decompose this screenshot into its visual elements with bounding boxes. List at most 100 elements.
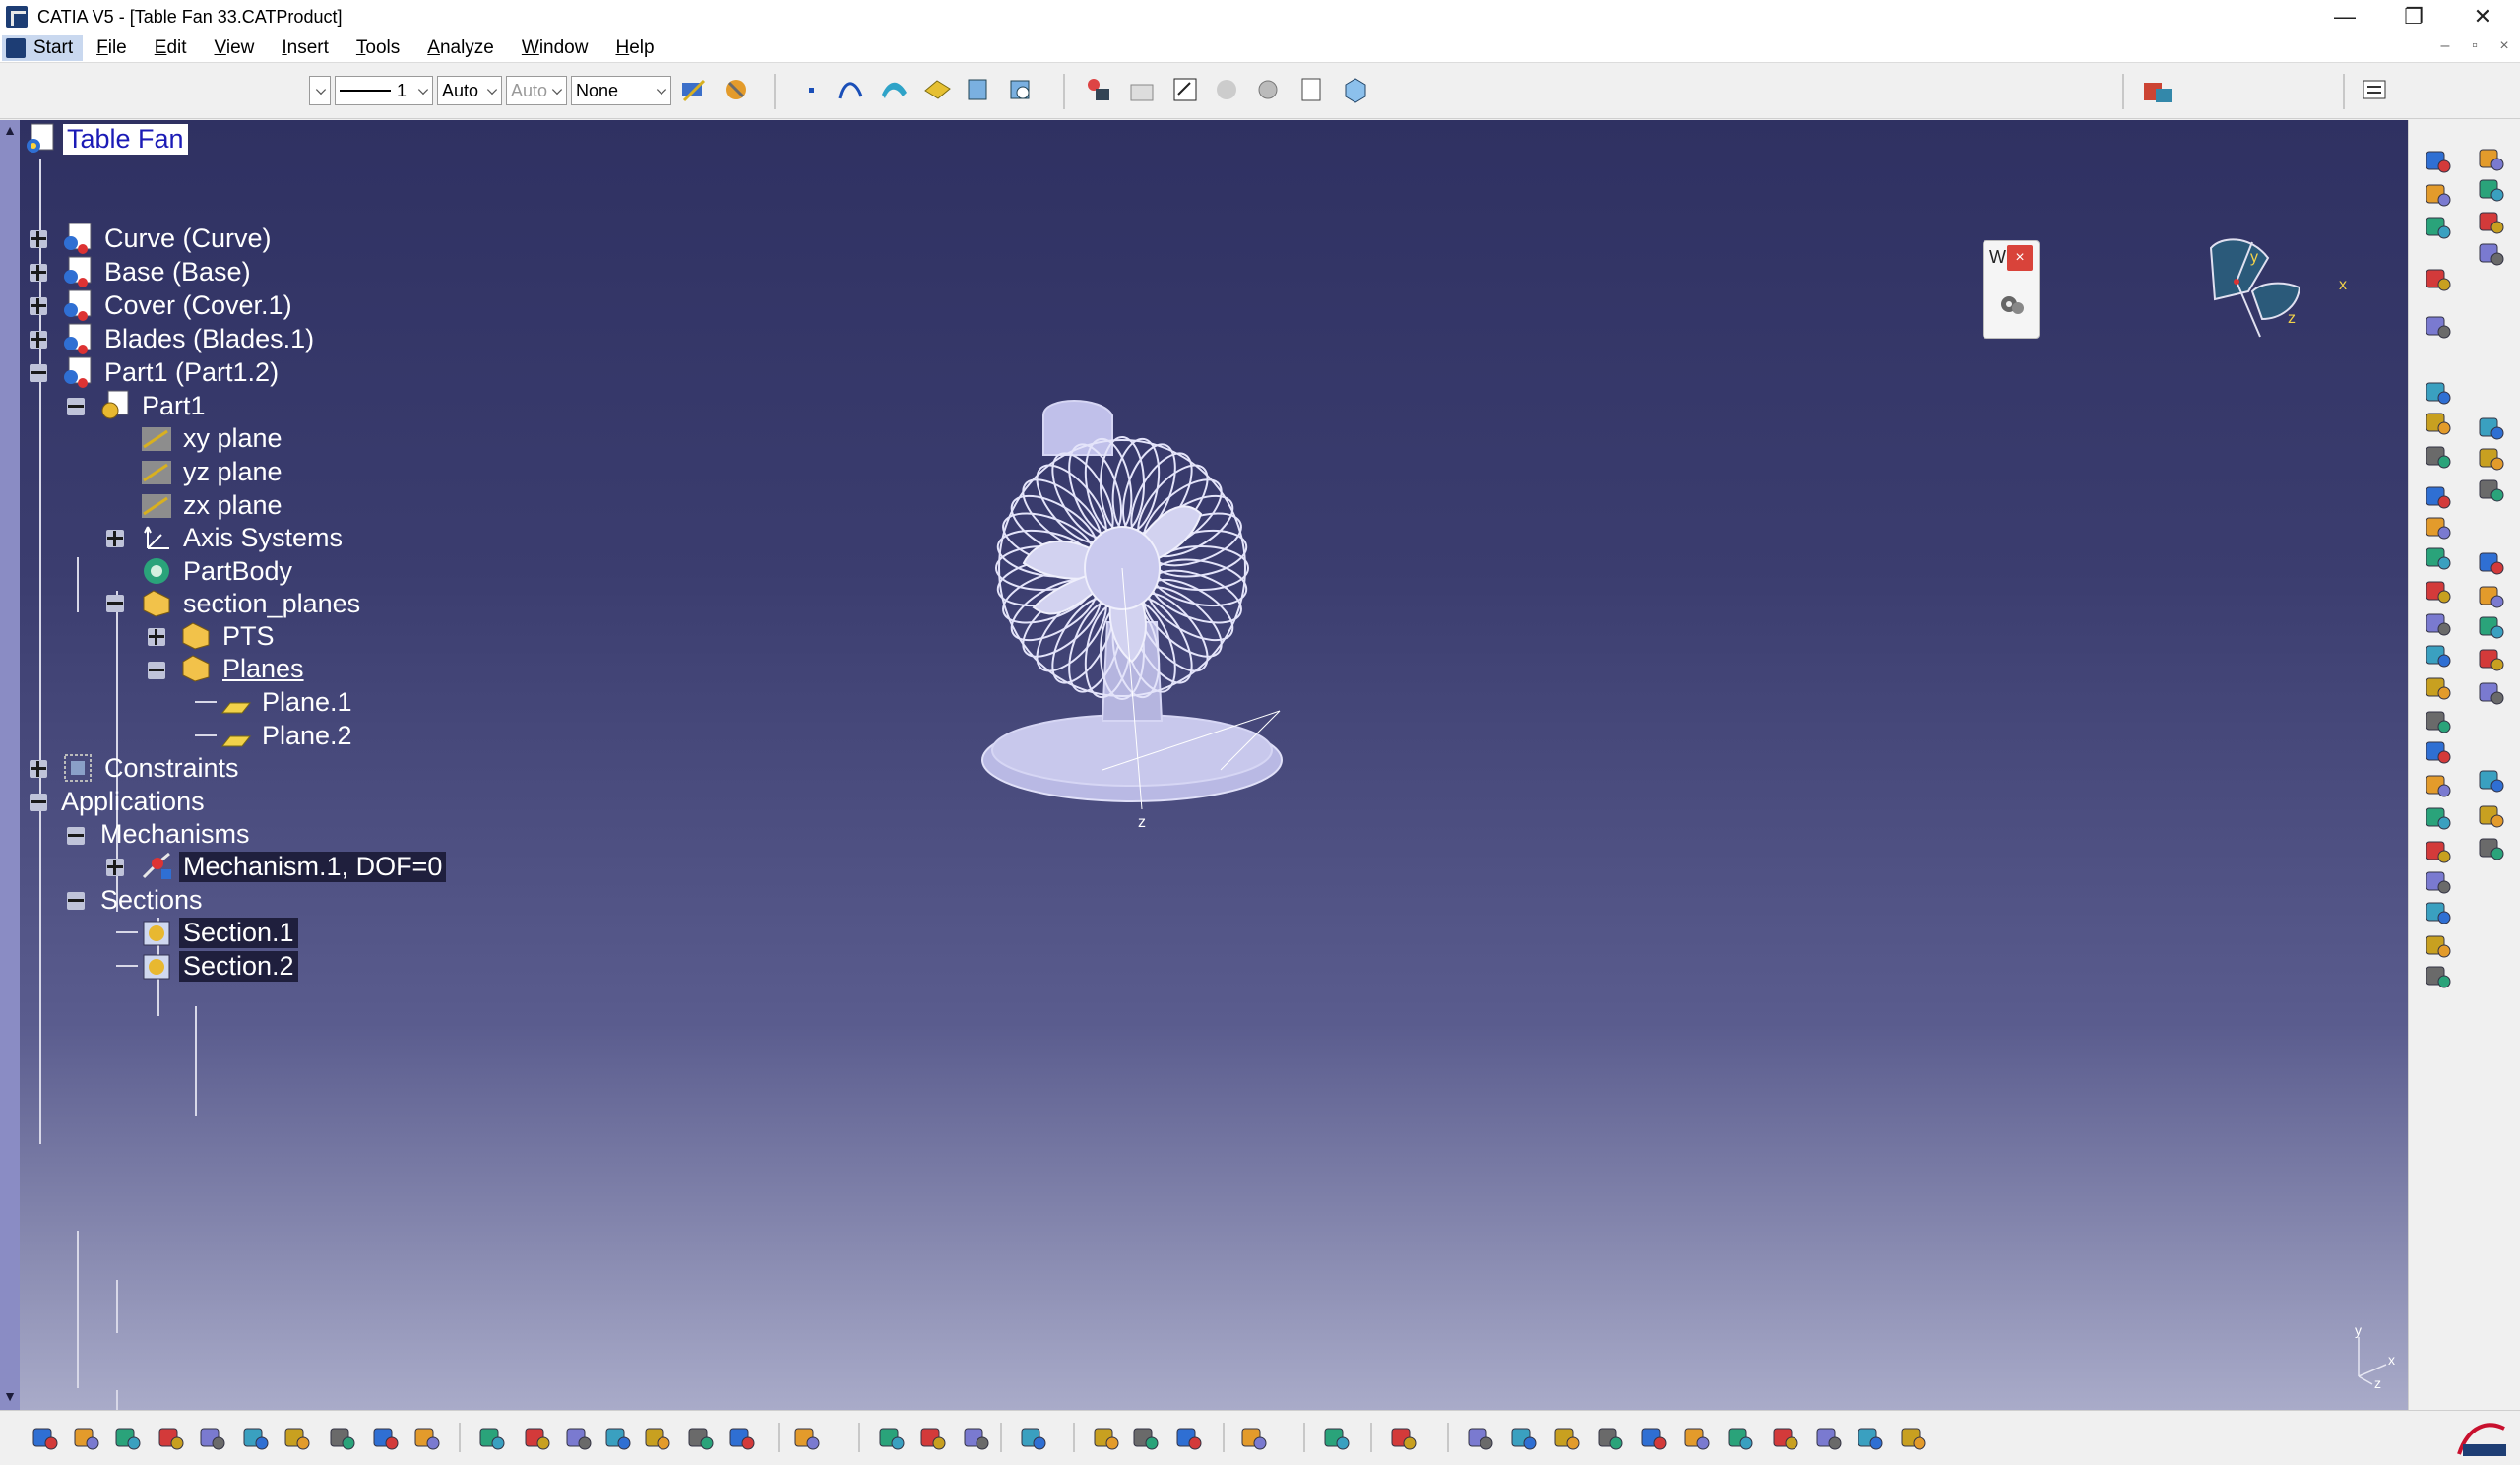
curve-icon[interactable] (835, 74, 866, 105)
painter-icon[interactable] (677, 74, 709, 105)
kinematics-icon[interactable] (2474, 831, 2507, 864)
component-icon[interactable] (2421, 210, 2454, 243)
bill-of-material-icon[interactable] (2474, 579, 2507, 612)
scroll-up-arrow[interactable]: ▲ (2, 122, 18, 140)
color-combo[interactable] (309, 76, 331, 105)
existing-component-icon[interactable] (2421, 262, 2454, 295)
table-icon[interactable] (561, 1421, 595, 1454)
simulation-icon[interactable] (2474, 798, 2507, 832)
parallelepiped-icon[interactable] (724, 1421, 758, 1454)
undo-icon[interactable] (325, 1421, 358, 1454)
formula-icon[interactable] (1295, 74, 1327, 105)
assembly-icon[interactable] (2421, 177, 2454, 211)
smart-move-icon[interactable] (2421, 895, 2454, 928)
shading-mode-icon[interactable] (1811, 1421, 1845, 1454)
grid-icon[interactable] (959, 1421, 992, 1454)
multi-instantiate-icon[interactable] (2421, 406, 2454, 439)
quick-constraint-icon[interactable] (2421, 670, 2454, 704)
swap-space-icon[interactable] (2359, 74, 2390, 105)
collapse-toggle[interactable] (67, 892, 85, 910)
flag-icon[interactable] (2474, 236, 2507, 270)
tree-node-constraints[interactable]: Constraints (61, 751, 243, 785)
minimize-button[interactable]: — (2315, 0, 2374, 33)
fix-icon[interactable] (2421, 606, 2454, 640)
tree-node-pts[interactable]: PTS (179, 619, 279, 653)
replace-icon[interactable] (2421, 309, 2454, 343)
distance-icon[interactable] (2474, 142, 2507, 175)
surface-icon[interactable] (878, 74, 910, 105)
product-icon[interactable] (2421, 144, 2454, 177)
table-fan-model[interactable]: z (906, 396, 1339, 829)
manipulate-icon[interactable] (1004, 74, 1036, 105)
cut-icon[interactable] (195, 1421, 228, 1454)
print-icon[interactable] (154, 1421, 187, 1454)
cube-view-icon[interactable] (1339, 74, 1370, 105)
clash-icon[interactable] (2421, 928, 2454, 962)
open-icon[interactable] (69, 1421, 102, 1454)
tree-node-cover[interactable]: Cover (Cover.1) (61, 288, 296, 322)
doc-minimize-button[interactable]: – (2433, 37, 2457, 55)
menu-insert[interactable]: Insert (268, 37, 343, 59)
pan-icon[interactable] (1506, 1421, 1540, 1454)
collapse-toggle[interactable] (67, 827, 85, 845)
expand-toggle[interactable] (106, 530, 124, 547)
tree-node-blades[interactable]: Blades (Blades.1) (61, 322, 318, 355)
lock-icon[interactable] (640, 1421, 673, 1454)
text-icon[interactable] (2474, 205, 2507, 238)
fly-icon[interactable] (1386, 1421, 1419, 1454)
view-icon[interactable] (963, 74, 994, 105)
collapse-toggle[interactable] (148, 662, 165, 679)
3d-viewport[interactable]: ▲ ▼ Table Fan Curve (Curve) Base (Base) … (0, 120, 2408, 1410)
tree-node-zx-plane[interactable]: zx plane (140, 488, 286, 522)
properties-icon[interactable] (721, 74, 752, 105)
measure-icon[interactable] (1089, 1421, 1122, 1454)
menu-file[interactable]: File (83, 37, 141, 59)
collapse-toggle[interactable] (30, 794, 47, 811)
menu-window[interactable]: Window (508, 37, 602, 59)
expand-toggle[interactable] (30, 230, 47, 248)
catalog-icon[interactable] (1083, 74, 1114, 105)
collapse-toggle[interactable] (30, 364, 47, 382)
copy-icon[interactable] (238, 1421, 272, 1454)
expand-toggle[interactable] (148, 628, 165, 646)
doc-restore-button[interactable]: ▫ (2463, 37, 2487, 55)
expand-toggle[interactable] (30, 297, 47, 315)
menu-help[interactable]: Help (601, 37, 667, 59)
product-icon[interactable] (1126, 74, 1158, 105)
clash-icon[interactable] (1128, 1421, 1162, 1454)
rotate-icon[interactable] (1549, 1421, 1583, 1454)
tree-node-section-1[interactable]: Section.1 (140, 916, 298, 949)
tree-node-partbody[interactable]: PartBody (140, 554, 296, 588)
hide-show-icon[interactable] (1853, 1421, 1886, 1454)
swap-icon[interactable] (1319, 1421, 1353, 1454)
knowledge-icon[interactable] (1211, 74, 1242, 105)
shading-icon[interactable] (789, 1421, 823, 1454)
weld-icon[interactable] (2474, 411, 2507, 444)
compass-widget[interactable]: y x z (2201, 228, 2359, 347)
settings-icon[interactable] (1252, 74, 1284, 105)
select-icon[interactable] (2474, 675, 2507, 709)
capture-icon[interactable] (1236, 1421, 1270, 1454)
paste-icon[interactable] (280, 1421, 313, 1454)
expand-toggle[interactable] (106, 859, 124, 876)
catalog-icon[interactable] (2474, 545, 2507, 579)
tree-node-plane-1[interactable]: Plane.1 (219, 685, 356, 719)
whats-this-icon[interactable] (410, 1421, 443, 1454)
section-icon[interactable] (1171, 1421, 1205, 1454)
fix-together-icon[interactable] (2421, 638, 2454, 671)
tree-node-applications[interactable]: Applications (57, 785, 209, 818)
color-icon[interactable] (915, 1421, 949, 1454)
tree-node-root[interactable]: Table Fan (24, 122, 188, 156)
snap-icon[interactable] (2421, 864, 2454, 898)
save-management-icon[interactable] (2474, 642, 2507, 675)
swap-space-icon[interactable] (1896, 1421, 1929, 1454)
tree-scrollbar[interactable]: ▲ ▼ (0, 120, 20, 1410)
line-thickness-combo[interactable]: 1 (335, 76, 433, 105)
tree-node-xy-plane[interactable]: xy plane (140, 421, 286, 455)
tree-node-part1-instance[interactable]: Part1 (Part1.2) (61, 355, 283, 389)
menu-tools[interactable]: Tools (343, 37, 413, 59)
sketch-icon[interactable] (921, 74, 953, 105)
layer-combo[interactable]: None (571, 76, 671, 105)
panel-close-button[interactable]: × (2007, 245, 2033, 271)
close-button[interactable]: ✕ (2453, 0, 2512, 33)
